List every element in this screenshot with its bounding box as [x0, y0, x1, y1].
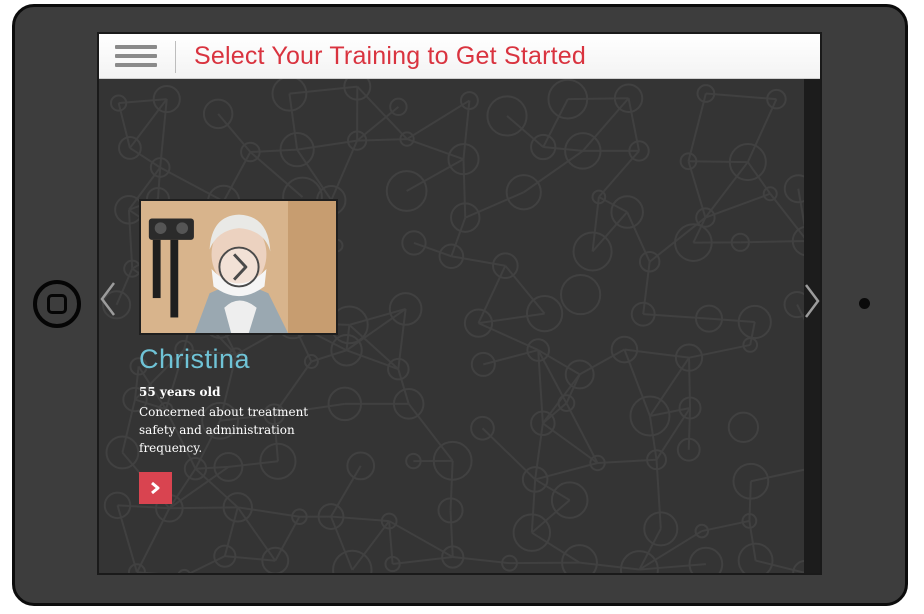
previous-arrow-chevron-left-icon[interactable] [98, 280, 118, 318]
page-title: Select Your Training to Get Started [194, 42, 586, 70]
patient-video-thumbnail[interactable] [139, 199, 338, 335]
patient-name: Christina [139, 344, 251, 374]
play-circle-icon[interactable] [218, 246, 260, 288]
chevron-right-icon [151, 481, 160, 495]
side-scroll-strip [804, 79, 820, 573]
patient-age: 55 years old [139, 385, 221, 399]
start-training-button[interactable] [139, 472, 172, 504]
next-arrow-chevron-right-icon[interactable] [802, 282, 822, 320]
app-screen: Select Your Training to Get Started Chri… [97, 32, 822, 575]
front-camera [859, 298, 870, 309]
hamburger-menu-icon[interactable] [115, 45, 157, 69]
app-header: Select Your Training to Get Started [99, 34, 820, 79]
home-button-icon [47, 294, 67, 314]
header-divider [175, 41, 176, 73]
patient-description: Concerned about treatment safety and adm… [139, 405, 309, 455]
home-button[interactable] [33, 280, 81, 328]
